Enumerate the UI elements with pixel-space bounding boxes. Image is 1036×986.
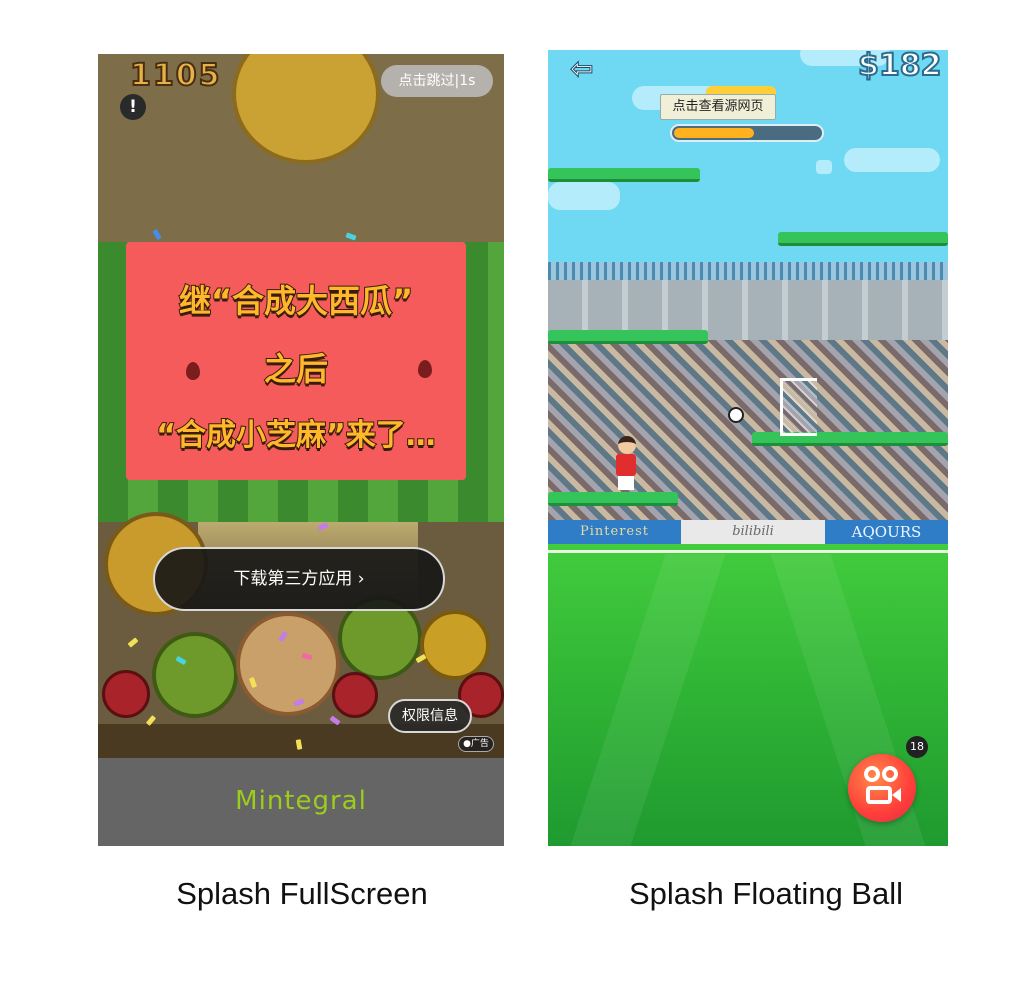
platform [548,492,678,506]
money-counter: $182 [857,50,942,84]
pitch-stripe [570,554,726,846]
camera-lens-right [882,766,898,782]
alert-icon[interactable]: ! [120,94,146,120]
brand-footer: Mintegral [98,758,504,846]
view-source-tooltip[interactable]: 点击查看源网页 [660,94,776,120]
score-text: 1105 [129,57,222,94]
banner-aqours: AQOURS [825,520,948,544]
soccer-ball-icon [728,407,744,423]
level-progress-bar [670,124,824,142]
player-body [616,454,636,476]
headline-line1: 继“合成大西瓜” [178,281,414,321]
cloud [844,148,940,172]
download-app-button[interactable]: 下载第三方应用 › [153,547,445,611]
fruit-cherry [332,672,378,718]
permission-info-button[interactable]: 权限信息 [388,699,472,733]
back-arrow-icon[interactable]: ⇦ [569,52,593,86]
camera-lens-left [864,766,880,782]
kuaishou-camera-icon[interactable] [848,754,916,822]
cloud [548,182,620,210]
camera-tip [892,788,901,802]
caption-floating-ball: Splash Floating Ball [629,876,903,911]
player-legs [618,476,634,490]
headline-line3: “合成小芝麻”来了… [155,417,436,454]
headline-card: 继“合成大西瓜” 之后 “合成小芝麻”来了… [126,242,466,480]
banner-bilibili: bilibili [681,520,825,544]
headline-line2: 之后 [263,349,329,389]
caption-fullscreen: Splash FullScreen [176,876,428,911]
ad-badge: ●广告 [458,736,494,752]
fruit-cherry [102,670,150,718]
fruit-lemon [420,610,490,680]
brand-logo: Mintegral [235,786,367,816]
player-head [618,436,636,454]
platform [548,330,708,344]
level-progress-fill [674,128,754,138]
cloud [816,160,832,174]
banner-pinterest: Pinterest [548,520,681,544]
fruit-peach [236,612,340,716]
camera-body [866,786,892,804]
splash-fullscreen-panel: 1105 ! 点击跳过|1s 继“合成大西瓜” 之后 “合成小芝麻”来了… 下载… [98,54,504,846]
platform [548,168,700,182]
countdown-badge: 18 [906,736,928,758]
platform [778,232,948,246]
skip-button[interactable]: 点击跳过|1s [381,65,493,97]
fruit-kiwi [152,632,238,718]
pitch-line [548,550,948,553]
goal-net [780,378,817,436]
splash-floating-ball-panel: ⇦ $182 点击查看源网页 Pinterest bilibili AQOURS… [548,50,948,846]
stadium-roof [548,262,948,280]
